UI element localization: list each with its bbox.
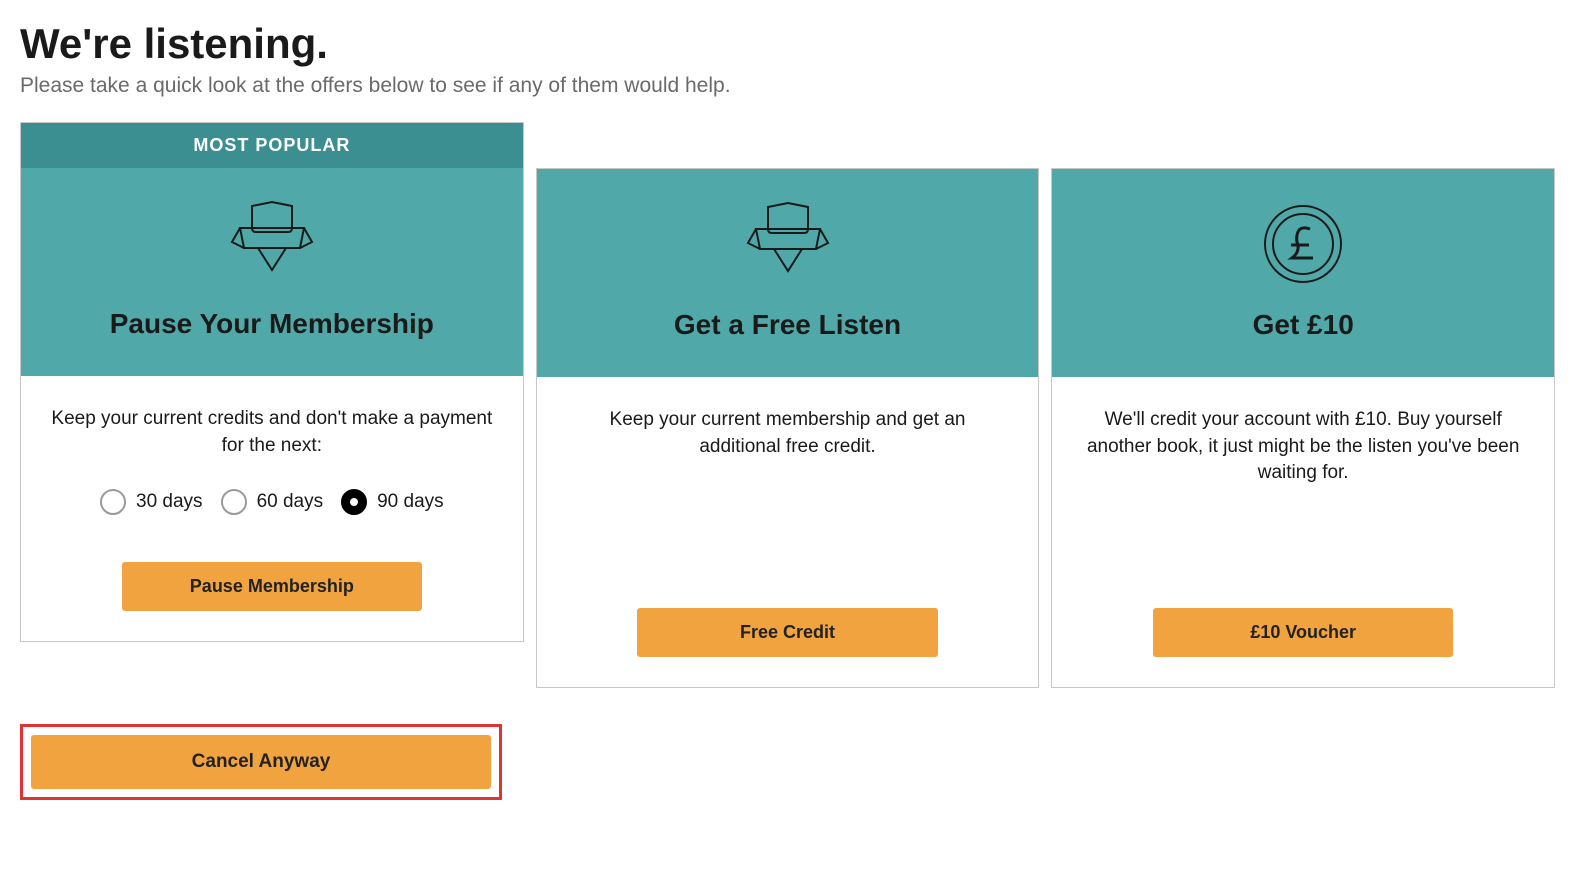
cancel-anyway-button[interactable]: Cancel Anyway bbox=[31, 735, 491, 789]
pause-duration-options: 30 days 60 days 90 days bbox=[51, 489, 493, 515]
free-credit-button[interactable]: Free Credit bbox=[637, 608, 937, 657]
radio-icon bbox=[341, 489, 367, 515]
radio-label: 60 days bbox=[257, 491, 324, 513]
card-title-pause: Pause Your Membership bbox=[110, 308, 434, 340]
page-subtitle: Please take a quick look at the offers b… bbox=[20, 74, 1555, 98]
shield-ribbon-icon bbox=[738, 199, 838, 289]
card-description-voucher: We'll credit your account with £10. Buy … bbox=[1082, 407, 1524, 487]
card-description-free: Keep your current membership and get an … bbox=[567, 407, 1009, 460]
offer-cards: MOST POPULAR Pause Your Membership Keep … bbox=[20, 122, 1555, 688]
card-description-pause: Keep your current credits and don't make… bbox=[51, 406, 493, 459]
radio-90-days[interactable]: 90 days bbox=[341, 489, 444, 515]
card-header-free: Get a Free Listen bbox=[537, 169, 1039, 377]
page-title: We're listening. bbox=[20, 20, 1555, 68]
offer-card-free-listen: Get a Free Listen Keep your current memb… bbox=[536, 168, 1040, 688]
radio-icon bbox=[221, 489, 247, 515]
most-popular-badge: MOST POPULAR bbox=[21, 123, 523, 168]
pause-membership-button[interactable]: Pause Membership bbox=[122, 562, 422, 611]
radio-30-days[interactable]: 30 days bbox=[100, 489, 203, 515]
cancel-highlight-box: Cancel Anyway bbox=[20, 724, 502, 800]
radio-icon bbox=[100, 489, 126, 515]
card-header-voucher: Get £10 bbox=[1052, 169, 1554, 377]
radio-60-days[interactable]: 60 days bbox=[221, 489, 324, 515]
radio-label: 30 days bbox=[136, 491, 203, 513]
pound-coin-icon bbox=[1253, 199, 1353, 289]
offer-card-voucher: Get £10 We'll credit your account with £… bbox=[1051, 168, 1555, 688]
shield-ribbon-icon bbox=[222, 198, 322, 288]
card-title-voucher: Get £10 bbox=[1253, 309, 1354, 341]
voucher-button[interactable]: £10 Voucher bbox=[1153, 608, 1453, 657]
card-header-pause: Pause Your Membership bbox=[21, 168, 523, 376]
radio-label: 90 days bbox=[377, 491, 444, 513]
card-title-free: Get a Free Listen bbox=[674, 309, 901, 341]
offer-card-pause: MOST POPULAR Pause Your Membership Keep … bbox=[20, 122, 524, 642]
